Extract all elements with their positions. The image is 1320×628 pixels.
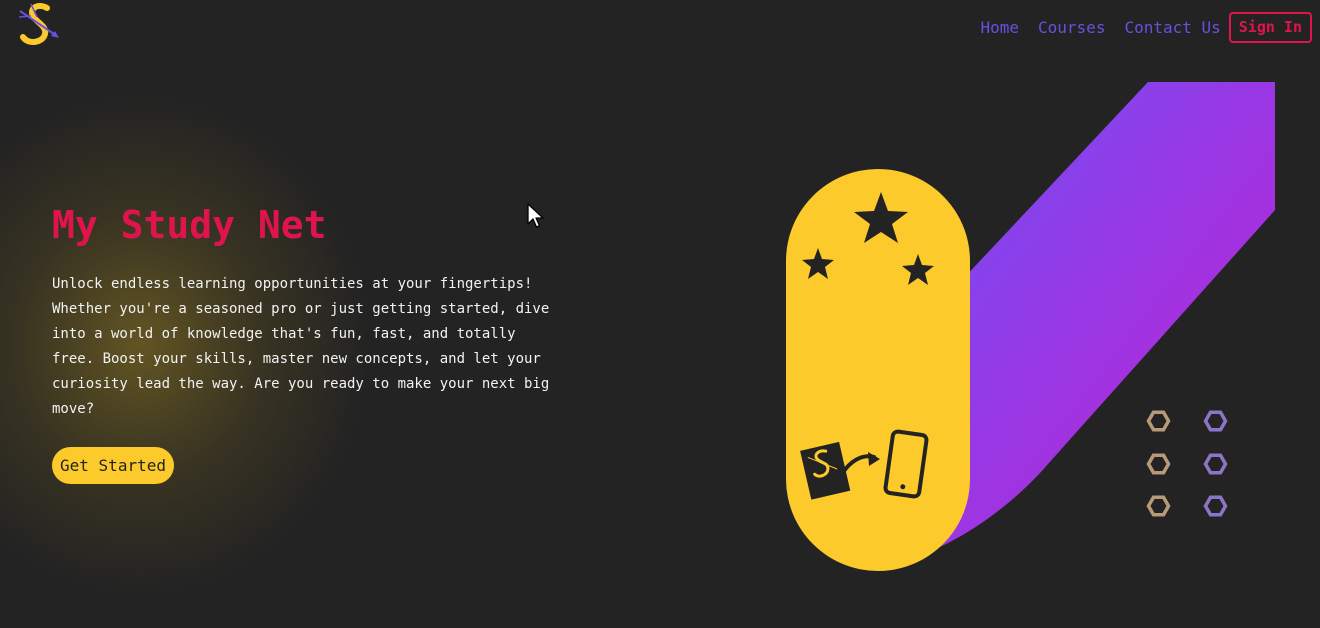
- top-nav: Home Courses Contact Us Sign In: [980, 11, 1312, 44]
- get-started-button[interactable]: Get Started: [52, 447, 174, 484]
- hexagon-icon: [1146, 495, 1171, 517]
- hexagon-grid: [1146, 410, 1228, 517]
- hexagon-icon: [1203, 410, 1228, 432]
- hexagon-icon: [1203, 453, 1228, 475]
- nav-contact-us-link[interactable]: Contact Us: [1124, 11, 1220, 44]
- hexagon-icon: [1146, 410, 1171, 432]
- mouse-cursor-icon: [527, 203, 544, 228]
- sign-in-button[interactable]: Sign In: [1228, 12, 1312, 43]
- nav-courses-link[interactable]: Courses: [1038, 11, 1105, 44]
- nav-home-link[interactable]: Home: [980, 11, 1019, 44]
- hexagon-icon: [1203, 495, 1228, 517]
- hero-illustration: [786, 82, 1275, 571]
- hero-description: Unlock endless learning opportunities at…: [52, 276, 550, 417]
- s-logo-icon[interactable]: [16, 2, 62, 48]
- landing-page: Home Courses Contact Us Sign In My Study…: [0, 0, 1320, 628]
- hero-title: My Study Net: [52, 203, 327, 247]
- hexagon-icon: [1146, 453, 1171, 475]
